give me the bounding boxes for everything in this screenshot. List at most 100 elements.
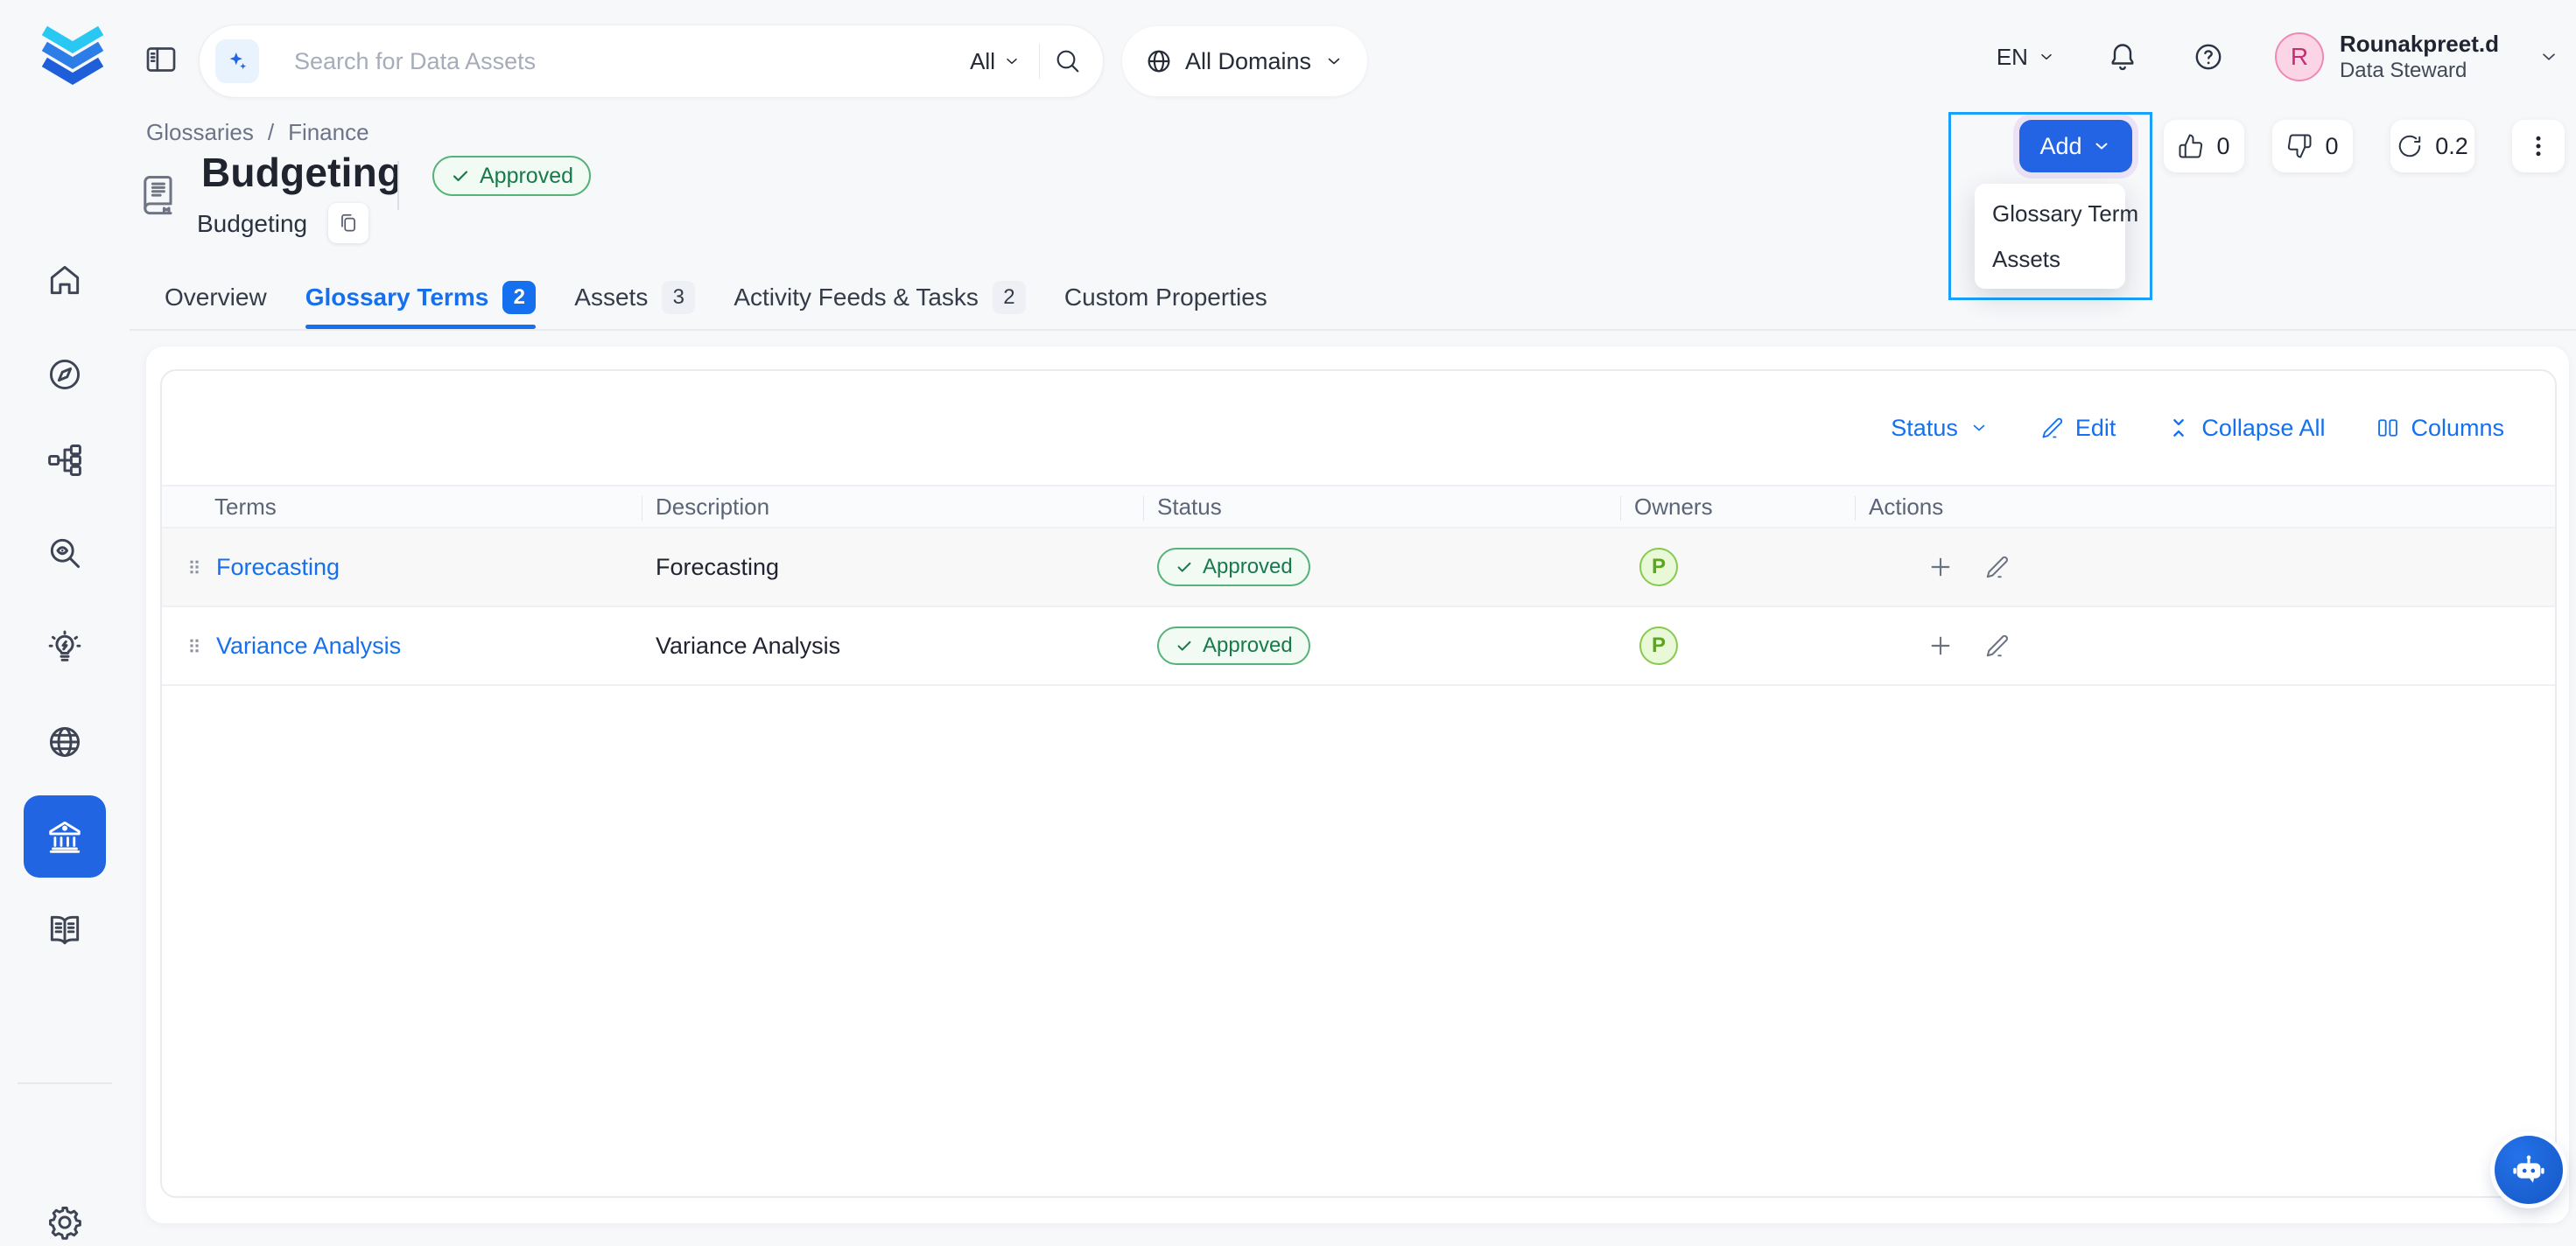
add-child-term-icon[interactable] bbox=[1927, 553, 1955, 581]
language-selector[interactable]: EN bbox=[1997, 44, 2056, 71]
status-badge-label: Approved bbox=[480, 164, 573, 189]
columns-button[interactable]: Columns bbox=[2376, 415, 2504, 442]
term-link[interactable]: Forecasting bbox=[216, 554, 340, 581]
chevron-down-icon bbox=[2037, 47, 2056, 66]
sidebar-item-settings[interactable] bbox=[46, 1203, 84, 1242]
downvote-button[interactable]: 0 bbox=[2272, 120, 2353, 172]
add-child-term-icon[interactable] bbox=[1927, 632, 1955, 660]
sidebar-divider bbox=[18, 1082, 112, 1084]
search-divider bbox=[1039, 44, 1040, 79]
search-scope-value: All bbox=[970, 48, 995, 75]
term-link[interactable]: Variance Analysis bbox=[216, 633, 401, 660]
owner-initial: P bbox=[1652, 634, 1666, 658]
edit-button[interactable]: Edit bbox=[2040, 415, 2116, 442]
chevron-down-icon bbox=[1002, 52, 1021, 71]
owner-avatar: P bbox=[1639, 626, 1678, 665]
collapse-icon bbox=[2166, 416, 2191, 440]
terms-card: Status Edit Collapse All Columns Terms bbox=[160, 369, 2557, 1198]
page-title: Budgeting bbox=[201, 149, 402, 196]
sidebar-item-observability[interactable] bbox=[46, 534, 84, 572]
breadcrumb-glossaries[interactable]: Glossaries bbox=[146, 119, 254, 146]
edit-term-icon[interactable] bbox=[1984, 554, 2011, 580]
sidebar-item-glossary-active[interactable] bbox=[24, 795, 106, 878]
global-search-bar[interactable]: All bbox=[199, 24, 1104, 98]
chat-bot-button[interactable] bbox=[2495, 1136, 2563, 1204]
column-header-description: Description bbox=[642, 486, 1143, 527]
content-panel: Status Edit Collapse All Columns Terms bbox=[146, 346, 2569, 1223]
search-icon[interactable] bbox=[1054, 47, 1082, 75]
help-icon[interactable] bbox=[2193, 41, 2224, 73]
user-avatar: R bbox=[2275, 32, 2324, 81]
breadcrumb-finance[interactable]: Finance bbox=[288, 119, 369, 146]
gear-icon bbox=[46, 1203, 84, 1242]
sidebar-item-insights[interactable] bbox=[46, 628, 84, 667]
sidebar-toggle-icon[interactable] bbox=[144, 42, 179, 77]
tab-glossary-terms[interactable]: Glossary Terms 2 bbox=[305, 273, 537, 327]
menu-item-glossary-term[interactable]: Glossary Term bbox=[1975, 191, 2125, 236]
copy-icon bbox=[337, 212, 360, 234]
sidebar-item-explore[interactable] bbox=[46, 355, 84, 394]
tab-overview[interactable]: Overview bbox=[165, 273, 267, 327]
tab-label: Assets bbox=[574, 284, 648, 312]
tab-label: Overview bbox=[165, 284, 267, 312]
copy-button[interactable] bbox=[328, 203, 369, 243]
domains-selector[interactable]: All Domains bbox=[1122, 26, 1367, 96]
breadcrumb: Glossaries / Finance bbox=[146, 119, 369, 146]
user-name: Rounakpreet.d bbox=[2340, 30, 2499, 58]
globe-icon bbox=[1145, 47, 1173, 75]
tab-assets[interactable]: Assets 3 bbox=[574, 273, 695, 327]
upvote-button[interactable]: 0 bbox=[2164, 120, 2244, 172]
add-dropdown-menu: Glossary Term Assets bbox=[1975, 184, 2125, 289]
add-button[interactable]: Add bbox=[2019, 120, 2132, 172]
chevron-down-icon bbox=[1969, 417, 1990, 438]
glossary-book-icon bbox=[137, 170, 182, 219]
collapse-all-label: Collapse All bbox=[2201, 415, 2325, 442]
status-filter-label: Status bbox=[1891, 415, 1958, 442]
top-header: All All Domains EN bbox=[0, 0, 2576, 114]
sidebar-item-home[interactable] bbox=[46, 261, 84, 299]
tab-label: Activity Feeds & Tasks bbox=[733, 284, 979, 312]
version-button[interactable]: 0.2 bbox=[2390, 120, 2474, 172]
breadcrumb-separator: / bbox=[268, 119, 274, 146]
tab-custom-properties[interactable]: Custom Properties bbox=[1064, 273, 1267, 327]
notifications-bell-icon[interactable] bbox=[2107, 41, 2138, 73]
pencil-icon bbox=[2040, 416, 2065, 440]
status-filter[interactable]: Status bbox=[1891, 415, 1990, 442]
menu-item-assets[interactable]: Assets bbox=[1975, 236, 2125, 282]
column-header-owners: Owners bbox=[1620, 486, 1855, 527]
tab-bar: Overview Glossary Terms 2 Assets 3 Activ… bbox=[165, 273, 1267, 327]
term-description: Forecasting bbox=[642, 554, 1143, 581]
collapse-all-button[interactable]: Collapse All bbox=[2166, 415, 2325, 442]
status-badge: Approved bbox=[1157, 626, 1310, 665]
drag-handle-icon[interactable] bbox=[185, 636, 204, 655]
search-scope-select[interactable]: All bbox=[961, 48, 1030, 75]
sidebar-item-knowledge-center[interactable] bbox=[46, 911, 84, 949]
open-book-icon bbox=[46, 911, 84, 949]
tab-activity-feeds[interactable]: Activity Feeds & Tasks 2 bbox=[733, 273, 1026, 327]
search-input[interactable] bbox=[294, 48, 961, 75]
table-row: Forecasting Forecasting Approved P bbox=[162, 528, 2555, 607]
downvote-count: 0 bbox=[2325, 133, 2338, 160]
thumbs-down-icon bbox=[2286, 133, 2313, 159]
sidebar-item-domains[interactable] bbox=[46, 723, 84, 761]
status-badge-label: Approved bbox=[1203, 555, 1293, 579]
ai-sparkle-icon[interactable] bbox=[215, 39, 259, 83]
lineage-icon bbox=[46, 441, 84, 480]
lightbulb-icon bbox=[46, 628, 84, 667]
chevron-down-icon bbox=[1323, 51, 1344, 72]
drag-handle-icon[interactable] bbox=[185, 557, 204, 577]
tab-label: Glossary Terms bbox=[305, 284, 489, 312]
table-header-row: Terms Description Status Owners Actions bbox=[162, 485, 2555, 528]
language-value: EN bbox=[1997, 44, 2028, 71]
edit-term-icon[interactable] bbox=[1984, 633, 2011, 659]
more-options-button[interactable] bbox=[2512, 120, 2565, 172]
columns-label: Columns bbox=[2411, 415, 2504, 442]
user-menu[interactable]: R Rounakpreet.d Data Steward bbox=[2275, 30, 2560, 84]
sidebar-item-lineage[interactable] bbox=[46, 441, 84, 480]
globe-icon bbox=[46, 723, 84, 761]
table-controls: Status Edit Collapse All Columns bbox=[162, 371, 2555, 485]
compass-icon bbox=[46, 355, 84, 394]
column-header-actions: Actions bbox=[1855, 486, 2555, 527]
tabs-divider bbox=[130, 329, 2576, 331]
tab-count-badge: 2 bbox=[502, 281, 536, 314]
